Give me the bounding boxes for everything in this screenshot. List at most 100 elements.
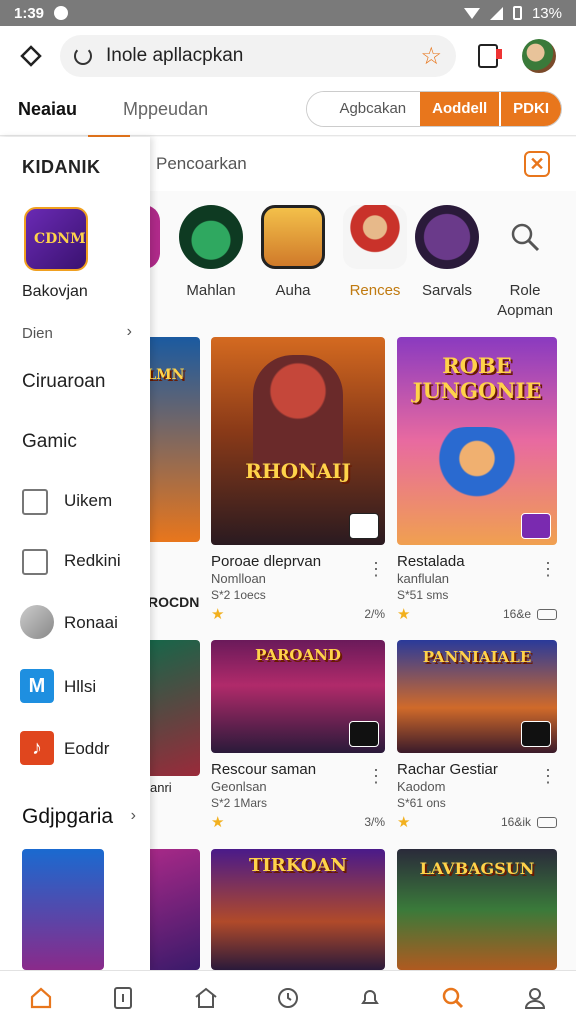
app-root: 1:39 13% Inole apllacpkan ☆ Neaiau Mppeu… bbox=[0, 0, 576, 1024]
avatar[interactable] bbox=[522, 39, 556, 73]
status-right: 13% bbox=[463, 5, 562, 22]
nav-home[interactable] bbox=[21, 978, 61, 1018]
category-item[interactable]: Sarvals bbox=[412, 205, 482, 301]
drawer-item[interactable]: Ciruaroan bbox=[22, 371, 105, 393]
game-card-art: RHONAIJ bbox=[245, 459, 351, 483]
category-label: Mahlan bbox=[186, 282, 236, 299]
top-tabs: Neaiau Mppeudan Agbcakan Aoddell PDKI bbox=[0, 86, 576, 138]
game-card[interactable]: LAVBAGSUN bbox=[397, 849, 557, 970]
nav-history[interactable] bbox=[268, 978, 308, 1018]
search-category-icon bbox=[493, 205, 557, 269]
drawer-game-thumbnail[interactable] bbox=[22, 849, 104, 970]
game-title[interactable]: Restalada bbox=[397, 553, 557, 571]
nav-profile[interactable] bbox=[515, 978, 555, 1018]
featured-app-label[interactable]: Bakovjan bbox=[22, 283, 88, 301]
nav-tabs[interactable] bbox=[103, 978, 143, 1018]
game-meta-left: S*2 1oecs bbox=[211, 588, 266, 602]
game-card[interactable]: ROBE JUNGONIE Restalada kanflulan S*51 s… bbox=[397, 337, 557, 623]
featured-app-icon[interactable]: CDNM bbox=[24, 207, 88, 271]
download-size-icon bbox=[537, 816, 557, 828]
drawer-item-label[interactable]: Uikem bbox=[64, 491, 112, 511]
download-size-icon bbox=[537, 608, 557, 620]
home-icon bbox=[31, 987, 52, 1008]
category-item[interactable]: Auha bbox=[258, 205, 328, 301]
grid-icon bbox=[22, 489, 48, 515]
publisher-badge-icon bbox=[349, 721, 379, 747]
game-title[interactable]: Rescour saman bbox=[211, 761, 385, 779]
url-bar[interactable]: Inole apllacpkan ☆ bbox=[60, 35, 456, 77]
tabs-button[interactable] bbox=[478, 44, 502, 68]
category-item[interactable]: Rences bbox=[340, 205, 410, 301]
more-options-icon[interactable]: ⋮ bbox=[539, 559, 557, 580]
heroes-art bbox=[427, 427, 527, 517]
game-card[interactable]: PANNIAIALE Rachar Gestiar Kaodom S*61 on… bbox=[397, 640, 557, 831]
drawer-bottom-label[interactable]: Gdjpgaria bbox=[22, 805, 113, 829]
reload-icon[interactable] bbox=[74, 47, 92, 65]
game-subtitle: kanflulan bbox=[397, 571, 450, 586]
sword-game-icon bbox=[415, 205, 479, 269]
person-icon bbox=[524, 987, 545, 1009]
category-label: Rences bbox=[349, 282, 401, 299]
game-card-art: PANNIAIALE bbox=[422, 648, 532, 666]
game-card[interactable]: PAROAND Rescour saman Geonlsan S*2 1Mars… bbox=[211, 640, 385, 831]
drawer-item-label[interactable]: Redkini bbox=[64, 551, 121, 571]
segment-pdki[interactable]: PDKI bbox=[499, 92, 561, 126]
more-options-icon[interactable]: ⋮ bbox=[539, 766, 557, 787]
game-card[interactable]: TIRKOAN bbox=[211, 849, 385, 970]
search-row[interactable]: Pencoarkan ✕ bbox=[150, 137, 576, 191]
category-item[interactable]: Mahlan bbox=[176, 205, 246, 301]
drawer-item-label[interactable]: Eoddr bbox=[64, 739, 109, 759]
game-title[interactable]: Rachar Gestiar bbox=[397, 761, 557, 779]
more-options-icon[interactable]: ⋮ bbox=[367, 559, 385, 580]
star-icon: ★ bbox=[211, 606, 225, 623]
game-meta-right: 2/% bbox=[364, 607, 385, 621]
game-card-art: PAROAND bbox=[255, 646, 341, 664]
drawer-section-label[interactable]: Dien bbox=[22, 325, 53, 342]
star-icon: ★ bbox=[211, 814, 225, 831]
signal-icon bbox=[489, 6, 503, 20]
bolt-icon bbox=[20, 605, 54, 639]
category-row: Mahlan Auha Rences Sarvals Role Aopman bbox=[144, 205, 576, 335]
nav-search[interactable] bbox=[433, 978, 473, 1018]
chevron-right-icon[interactable]: › bbox=[131, 807, 136, 825]
segment-aoddell[interactable]: Aoddell bbox=[418, 92, 500, 126]
hero-game-icon bbox=[261, 205, 325, 269]
game-meta-right: 16&ik bbox=[500, 815, 531, 829]
music-icon: ♪ bbox=[20, 731, 54, 765]
partial-card-text: anri bbox=[150, 780, 172, 795]
game-meta-left: S*61 ons bbox=[397, 796, 446, 810]
game-card-image: ROBE JUNGONIE bbox=[397, 337, 557, 545]
segment-blank[interactable] bbox=[307, 92, 328, 126]
bookmark-star-icon[interactable]: ☆ bbox=[420, 42, 442, 71]
game-meta: ★ 16&e bbox=[397, 605, 557, 623]
tab-neaiau[interactable]: Neaiau bbox=[0, 86, 131, 138]
pirate-game-icon bbox=[343, 205, 407, 269]
search-placeholder[interactable]: Pencoarkan bbox=[156, 154, 247, 174]
game-card-image: TIRKOAN bbox=[211, 849, 385, 970]
featured-app-icon-text: CDNM bbox=[34, 231, 86, 247]
url-text[interactable]: Inole apllacpkan bbox=[106, 45, 420, 67]
box-icon bbox=[22, 549, 48, 575]
game-title[interactable]: Poroae dleprvan bbox=[211, 553, 385, 571]
category-label: Sarvals bbox=[421, 282, 473, 299]
category-item[interactable]: Role Aopman bbox=[490, 205, 560, 321]
m-logo-icon: M bbox=[20, 669, 54, 703]
more-options-icon[interactable]: ⋮ bbox=[367, 766, 385, 787]
close-icon[interactable]: ✕ bbox=[524, 151, 550, 177]
nav-notifications[interactable] bbox=[350, 978, 390, 1018]
game-card[interactable]: RHONAIJ Poroae dleprvan Nomlloan S*2 1oe… bbox=[211, 337, 385, 623]
drawer-item-label[interactable]: Ronaai bbox=[64, 613, 118, 633]
game-card-image: PAROAND bbox=[211, 640, 385, 753]
tab-mppeudan[interactable]: Mppeudan bbox=[105, 86, 226, 136]
segment-agbcakan[interactable]: Agbcakan bbox=[327, 92, 419, 126]
drawer-item[interactable]: Gamic bbox=[22, 431, 77, 453]
publisher-badge-icon bbox=[349, 513, 379, 539]
nav-store[interactable] bbox=[186, 978, 226, 1018]
bottom-nav bbox=[0, 970, 576, 1024]
chevron-right-icon[interactable]: › bbox=[127, 323, 132, 341]
game-meta-left: S*2 1Mars bbox=[211, 796, 268, 810]
home-button[interactable] bbox=[14, 39, 48, 73]
drawer-item-label[interactable]: Hllsi bbox=[64, 677, 96, 697]
game-card-art: TIRKOAN bbox=[248, 855, 348, 876]
battery-icon bbox=[512, 6, 522, 20]
